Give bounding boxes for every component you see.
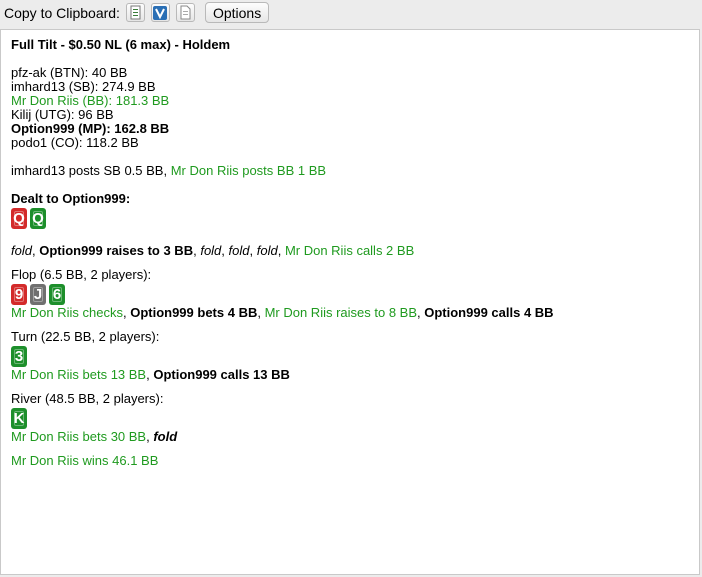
blinds-line: imhard13 posts SB 0.5 BB, Mr Don Riis po…	[11, 164, 689, 178]
river-label: River (48.5 BB, 2 players):	[11, 391, 164, 406]
hand-history-panel: Full Tilt - $0.50 NL (6 max) - Holdem pf…	[0, 29, 700, 575]
separator: ,	[249, 243, 257, 258]
turn-cards: 3	[11, 346, 689, 367]
action-call: Option999 calls 13 BB	[153, 367, 290, 382]
copy-to-clipboard-label: Copy to Clipboard:	[4, 4, 120, 21]
options-button[interactable]: Options	[204, 2, 270, 23]
board-card: J	[30, 284, 46, 305]
separator: ,	[163, 163, 171, 178]
player-seat-bb: Mr Don Riis (BB): 181.3 BB	[11, 93, 170, 108]
board-card: 6	[49, 284, 65, 305]
action-fold: fold	[153, 429, 178, 444]
flop-cards: 9 J 6	[11, 284, 689, 305]
hole-card: Q	[30, 208, 46, 229]
turn-actions: Mr Don Riis bets 13 BB, Option999 calls …	[11, 368, 689, 382]
action-fold: fold	[200, 243, 222, 258]
copy-forum-icon[interactable]	[150, 3, 170, 22]
copy-html-icon[interactable]	[125, 3, 145, 22]
hole-cards: Q Q	[11, 208, 689, 229]
action-bet: Option999 bets 4 BB	[130, 305, 258, 320]
hole-card: Q	[11, 208, 27, 229]
separator: ,	[277, 243, 285, 258]
separator: ,	[221, 243, 229, 258]
copy-text-icon[interactable]	[175, 3, 195, 22]
action-bet: Mr Don Riis bets 30 BB	[11, 429, 147, 444]
player-seat-sb: imhard13 (SB): 274.9 BB	[11, 79, 156, 94]
hand-result: Mr Don Riis wins 46.1 BB	[11, 453, 159, 468]
action-call: Mr Don Riis calls 2 BB	[284, 243, 415, 258]
player-seat-utg: Kilij (UTG): 96 BB	[11, 107, 114, 122]
action-check: Mr Don Riis checks	[11, 305, 123, 320]
toolbar: Copy to Clipboard: Options	[0, 0, 702, 25]
dealt-label: Dealt to Option999:	[11, 191, 131, 206]
action-bet: Mr Don Riis bets 13 BB	[11, 367, 147, 382]
river-actions: Mr Don Riis bets 30 BB, fold	[11, 430, 689, 444]
post-bb: Mr Don Riis posts BB 1 BB	[170, 163, 327, 178]
player-seat-btn: pfz-ak (BTN): 40 BB	[11, 65, 128, 80]
preflop-actions: fold, Option999 raises to 3 BB, fold, fo…	[11, 244, 689, 258]
action-raise: Option999 raises to 3 BB	[39, 243, 194, 258]
action-call: Option999 calls 4 BB	[424, 305, 554, 320]
flop-actions: Mr Don Riis checks, Option999 bets 4 BB,…	[11, 306, 689, 320]
hand-title: Full Tilt - $0.50 NL (6 max) - Holdem	[11, 37, 231, 52]
board-card: 9	[11, 284, 27, 305]
separator: ,	[257, 305, 265, 320]
action-fold: fold	[228, 243, 250, 258]
board-card: K	[11, 408, 27, 429]
action-raise: Mr Don Riis raises to 8 BB	[264, 305, 418, 320]
post-sb: imhard13 posts SB 0.5 BB	[11, 163, 164, 178]
action-fold: fold	[256, 243, 278, 258]
player-seat-co: podo1 (CO): 118.2 BB	[11, 135, 139, 150]
board-card: 3	[11, 346, 27, 367]
player-seat-mp: Option999 (MP): 162.8 BB	[11, 121, 170, 136]
river-cards: K	[11, 408, 689, 429]
turn-label: Turn (22.5 BB, 2 players):	[11, 329, 160, 344]
flop-label: Flop (6.5 BB, 2 players):	[11, 267, 152, 282]
action-fold: fold	[11, 243, 32, 258]
